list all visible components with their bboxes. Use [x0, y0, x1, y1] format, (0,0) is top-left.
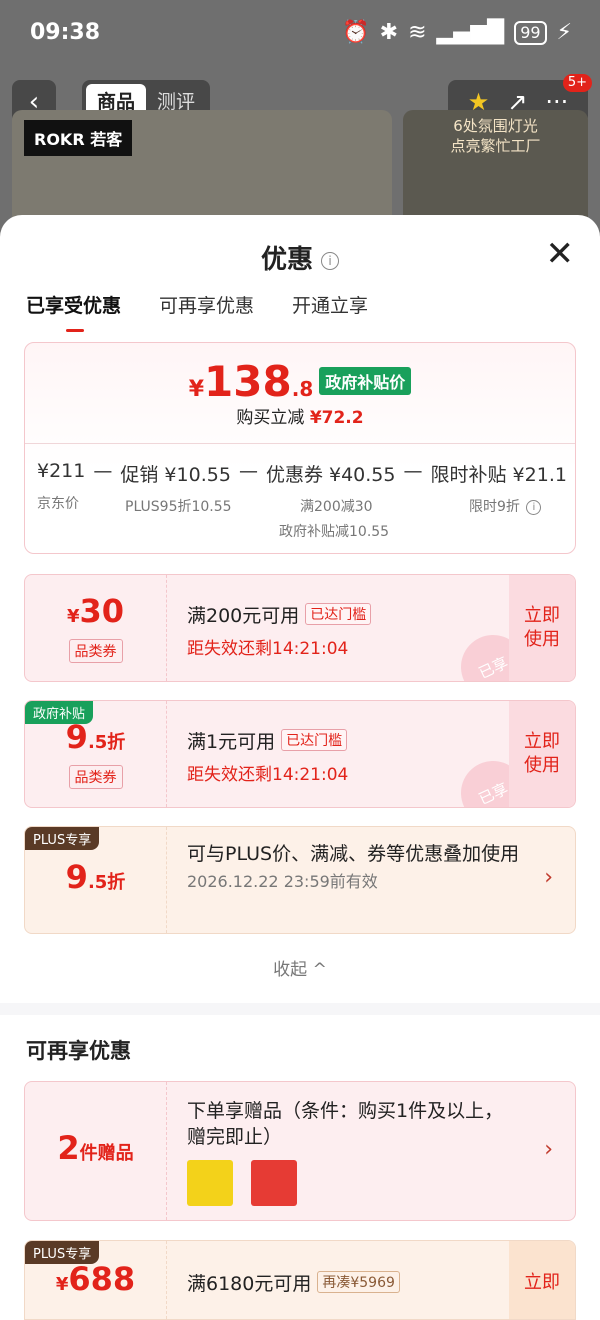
plus-desc: 可与PLUS价、满减、券等优惠叠加使用: [187, 843, 520, 865]
coupon-sub-1: 满200减30: [300, 499, 373, 515]
charging-icon: ⚡: [556, 20, 572, 45]
threshold-met-tag: 已达门槛: [305, 603, 372, 625]
coupon-info: 可与PLUS价、满减、券等优惠叠加使用 2026.12.22 23:59前有效: [187, 841, 527, 895]
chevron-right-icon: ›: [544, 1137, 553, 1162]
coupon-expire: 距失效还剩14:21:04: [187, 639, 349, 659]
message-badge: 5+: [562, 74, 592, 92]
plus-tag: PLUS专享: [25, 1241, 100, 1264]
reduce-label: 购买立减: [236, 408, 305, 428]
gift-unit: 件赠品: [79, 1143, 134, 1164]
coupon-unit: .5折: [87, 872, 126, 893]
coupon-yen: ¥: [55, 1274, 69, 1295]
collapse-button[interactable]: 收起 ^: [0, 955, 600, 980]
close-icon[interactable]: ✕: [546, 237, 575, 271]
minus-sign: —: [93, 460, 113, 482]
discount-sheet: 优惠 i ✕ 已享受优惠 可再享优惠 开通立享 ¥138.8 政府补贴价 购买立减 …: [0, 215, 600, 1320]
gift-info: 下单享赠品（条件：购买1件及以上，赠完即止）: [187, 1098, 517, 1213]
tab-open[interactable]: 开通立享: [292, 291, 368, 318]
gift-card[interactable]: 2件赠品 下单享赠品（条件：购买1件及以上，赠完即止） ›: [24, 1081, 576, 1221]
coupon-info: 满200元可用 已达门槛 距失效还剩14:21:04: [187, 601, 372, 659]
plus-coupon-card: ¥688 PLUS专享 满6180元可用 再凑¥5969 立即: [24, 1240, 576, 1320]
promo-image[interactable]: 6处氛围灯光 点亮繁忙工厂: [403, 110, 588, 230]
tab-enjoyed[interactable]: 已享受优惠: [26, 291, 121, 332]
final-price: ¥138.8 政府补贴价: [25, 357, 575, 406]
use-now-button[interactable]: 立即使用: [509, 575, 575, 681]
jd-label: 京东价: [37, 496, 79, 512]
plus-tag: PLUS专享: [25, 827, 100, 850]
breakdown-row: ¥211 — 促销 ¥10.55 — 优惠券 ¥40.55 — 限时补贴 ¥21…: [37, 460, 567, 487]
section-title: 可再享优惠: [26, 1039, 131, 1063]
coupon-expire: 2026.12.22 23:59前有效: [187, 872, 378, 891]
coupon-condition: 满6180元可用: [187, 1273, 312, 1295]
promo-amount: 促销 ¥10.55: [120, 464, 231, 486]
coupon-condition: 满200元可用: [187, 605, 300, 627]
gift-desc: 下单享赠品（条件：购买1件及以上，赠完即止）: [187, 1100, 504, 1148]
section-divider: [0, 1003, 600, 1015]
product-image[interactable]: ROKR 若客: [12, 110, 392, 230]
coupon-yen: ¥: [66, 606, 80, 627]
gift-image-2: [251, 1160, 298, 1206]
threshold-met-tag: 已达门槛: [281, 729, 348, 751]
gov-price-tag: 政府补贴价: [319, 367, 412, 395]
coupon-card: ¥30 品类券 满200元可用 已达门槛 距失效还剩14:21:04 已享 立即使…: [24, 574, 576, 682]
coupon-info: 满1元可用 已达门槛 距失效还剩14:21:04: [187, 727, 348, 785]
info-icon[interactable]: i: [321, 251, 339, 270]
coupon-category: 品类券: [68, 765, 123, 789]
promo-sub: PLUS95折10.55: [125, 499, 232, 515]
tab-more[interactable]: 可再享优惠: [159, 291, 254, 318]
divider: [25, 443, 575, 444]
coupon-amount: 优惠券 ¥40.55: [265, 464, 396, 486]
gov-subsidy-tag: 政府补贴: [25, 701, 94, 724]
bluetooth-icon: ✱: [379, 20, 399, 45]
coupon-condition: 满1元可用: [187, 731, 276, 753]
reduce-value: ¥72.2: [309, 408, 364, 428]
chevron-right-icon: ›: [544, 865, 553, 890]
jd-price: ¥211: [37, 460, 86, 482]
sheet-title: 优惠 i: [0, 239, 600, 276]
promo-text-1: 6处氛围灯光: [453, 117, 538, 135]
discount-tabs: 已享受优惠 可再享优惠 开通立享: [26, 291, 368, 332]
limited-sub-text: 限时9折: [469, 499, 520, 515]
gift-image-1: [187, 1160, 233, 1206]
minus-sign: —: [403, 460, 423, 482]
gift-number: 2: [57, 1129, 80, 1167]
price-yen: ¥: [188, 377, 205, 402]
price-dec: .8: [291, 377, 314, 401]
gift-count: 2件赠品: [25, 1082, 167, 1220]
wifi-icon: ≋: [408, 20, 427, 45]
brand-logo: ROKR 若客: [24, 120, 133, 156]
remaining-tag: 再凑¥5969: [317, 1271, 400, 1293]
coupon-sub-2: 政府补贴减10.55: [279, 524, 390, 540]
coupon-card: 9.5折 品类券 政府补贴 满1元可用 已达门槛 距失效还剩14:21:04 已享…: [24, 700, 576, 808]
status-time: 09:38: [30, 20, 101, 45]
coupon-expire: 距失效还剩14:21:04: [187, 765, 349, 785]
coupon-unit: .5折: [87, 732, 126, 753]
use-now-button[interactable]: 立即使用: [509, 701, 575, 807]
coupon-amount: 30: [79, 592, 125, 630]
alarm-icon: ⏰: [342, 20, 370, 45]
coupon-category: 品类券: [68, 639, 123, 663]
coupon-amount: 688: [68, 1260, 136, 1298]
reduce-line: 购买立减 ¥72.2: [25, 403, 575, 428]
limited-amount: 限时补贴 ¥21.1: [430, 464, 567, 486]
price-int: 138: [204, 357, 292, 406]
plus-coupon-card[interactable]: 9.5折 PLUS专享 可与PLUS价、满减、券等优惠叠加使用 2026.12.…: [24, 826, 576, 934]
coupon-value: ¥30 品类券: [25, 575, 167, 681]
price-breakdown: ¥138.8 政府补贴价 购买立减 ¥72.2 ¥211 — 促销 ¥10.55 …: [24, 342, 576, 554]
promo-text-2: 点亮繁忙工厂: [450, 137, 541, 155]
gift-images: [187, 1160, 517, 1213]
coupon-amount: 9: [65, 858, 88, 896]
sheet-title-text: 优惠: [260, 245, 313, 275]
coupon-info: 满6180元可用 再凑¥5969: [187, 1269, 400, 1296]
limited-sub: 限时9折 i: [469, 496, 542, 516]
info-icon[interactable]: i: [526, 499, 542, 515]
status-bar: 09:38 ⏰ ✱ ≋ ▂▄▆█ 99 ⚡: [0, 0, 600, 68]
signal-icon: ▂▄▆█: [436, 20, 505, 45]
minus-sign: —: [238, 460, 258, 482]
use-now-button[interactable]: 立即: [509, 1241, 575, 1319]
battery-indicator: 99: [514, 20, 547, 45]
